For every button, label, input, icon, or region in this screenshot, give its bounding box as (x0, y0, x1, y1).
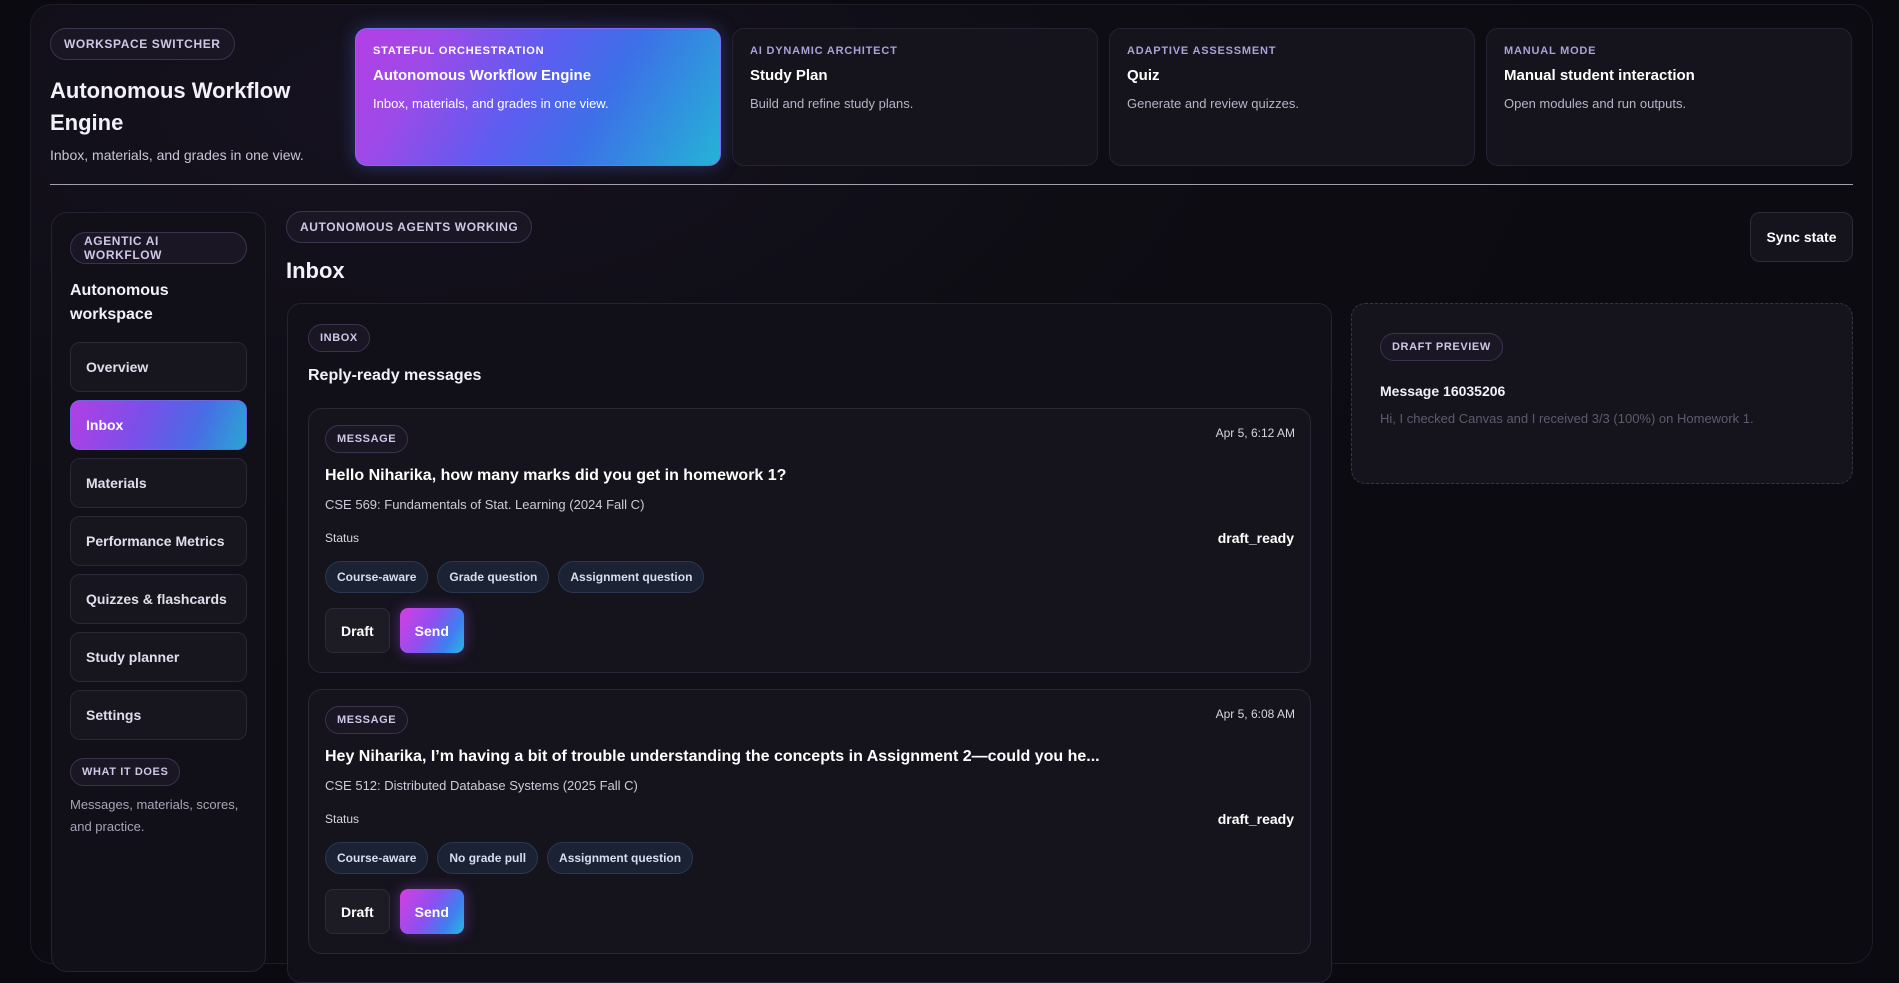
sidebar-item-overview[interactable]: Overview (70, 342, 247, 392)
what-it-does-text: Messages, materials, scores, and practic… (70, 797, 239, 834)
tag: Course-aware (325, 842, 429, 874)
message-course: CSE 512: Distributed Database Systems (2… (325, 778, 638, 793)
mode-card-study-plan[interactable]: AI DYNAMIC ARCHITECT Study Plan Build an… (732, 28, 1098, 166)
message-date: Apr 5, 6:12 AM (1215, 426, 1295, 440)
mode-title: Autonomous Workflow Engine (373, 67, 592, 84)
mode-eyebrow: AI DYNAMIC ARCHITECT (750, 45, 898, 57)
sidebar-item-settings[interactable]: Settings (70, 690, 247, 740)
message-card[interactable]: MESSAGE Apr 5, 6:12 AM Hello Niharika, h… (308, 408, 1311, 673)
tag: Grade question (437, 561, 550, 593)
agents-working-badge: AUTONOMOUS AGENTS WORKING (286, 211, 533, 243)
inbox-panel: INBOX Reply-ready messages MESSAGE Apr 5… (287, 303, 1332, 983)
message-card[interactable]: MESSAGE Apr 5, 6:08 AM Hey Niharika, I’m… (308, 689, 1311, 954)
mode-desc: Open modules and run outputs. (1504, 96, 1687, 111)
sync-state-button[interactable]: Sync state (1750, 212, 1853, 262)
sidebar-item-performance-metrics[interactable]: Performance Metrics (70, 516, 247, 566)
sidebar-title: Autonomous workspace (70, 282, 169, 323)
mode-card-quiz[interactable]: ADAPTIVE ASSESSMENT Quiz Generate and re… (1109, 28, 1475, 166)
inbox-badge: INBOX (308, 324, 370, 352)
mode-card-manual[interactable]: MANUAL MODE Manual student interaction O… (1486, 28, 1852, 166)
mode-title: Quiz (1127, 67, 1160, 84)
message-date: Apr 5, 6:08 AM (1215, 707, 1295, 721)
message-subject: Hello Niharika, how many marks did you g… (325, 467, 787, 484)
status-label: Status (325, 812, 360, 826)
mode-desc: Build and refine study plans. (750, 96, 914, 111)
sidebar-badge: AGENTIC AI WORKFLOW (70, 232, 247, 264)
sidebar-item-inbox[interactable]: Inbox (70, 400, 247, 450)
workspace-header: WORKSPACE SWITCHER Autonomous Workflow E… (50, 28, 1854, 188)
sidebar-item-study-planner[interactable]: Study planner (70, 632, 247, 682)
draft-button[interactable]: Draft (325, 889, 390, 934)
mode-eyebrow: STATEFUL ORCHESTRATION (373, 45, 545, 57)
sidebar-nav: Overview Inbox Materials Performance Met… (70, 342, 247, 740)
send-button[interactable]: Send (399, 889, 464, 934)
sidebar: AGENTIC AI WORKFLOW Autonomous workspace… (51, 212, 266, 972)
draft-preview-panel: DRAFT PREVIEW Message 16035206 Hi, I che… (1351, 303, 1853, 484)
message-badge: MESSAGE (325, 425, 409, 453)
message-subject: Hey Niharika, I’m having a bit of troubl… (325, 748, 1100, 765)
status-row: Status draft_ready (325, 530, 1294, 546)
mode-title: Manual student interaction (1504, 67, 1695, 84)
tag-list: Course-aware Grade question Assignment q… (325, 561, 1294, 593)
header-divider (50, 184, 1853, 185)
panel-title: Reply-ready messages (308, 367, 482, 384)
tag: No grade pull (437, 842, 539, 874)
tag-list: Course-aware No grade pull Assignment qu… (325, 842, 1294, 874)
message-actions: Draft Send (325, 608, 1294, 653)
mode-desc: Generate and review quizzes. (1127, 96, 1299, 111)
status-row: Status draft_ready (325, 811, 1294, 827)
send-button[interactable]: Send (399, 608, 464, 653)
sidebar-item-quizzes-flashcards[interactable]: Quizzes & flashcards (70, 574, 247, 624)
draft-button[interactable]: Draft (325, 608, 390, 653)
workspace-title: Autonomous Workflow Engine (50, 78, 291, 135)
message-course: CSE 569: Fundamentals of Stat. Learning … (325, 497, 645, 512)
workspace-switcher-badge: WORKSPACE SWITCHER (50, 28, 235, 60)
workspace-subtitle: Inbox, materials, and grades in one view… (50, 147, 304, 163)
mode-eyebrow: MANUAL MODE (1504, 45, 1597, 57)
status-value: draft_ready (1217, 811, 1294, 827)
draft-preview-body: Hi, I checked Canvas and I received 3/3 … (1380, 411, 1754, 426)
what-it-does-badge: WHAT IT DOES (70, 758, 181, 786)
mode-card-workflow-engine[interactable]: STATEFUL ORCHESTRATION Autonomous Workfl… (355, 28, 721, 166)
tag: Assignment question (558, 561, 705, 593)
status-label: Status (325, 531, 360, 545)
mode-desc: Inbox, materials, and grades in one view… (373, 96, 609, 111)
status-value: draft_ready (1217, 530, 1294, 546)
tag: Course-aware (325, 561, 429, 593)
message-actions: Draft Send (325, 889, 1294, 934)
mode-eyebrow: ADAPTIVE ASSESSMENT (1127, 45, 1277, 57)
draft-preview-badge: DRAFT PREVIEW (1380, 333, 1503, 361)
sidebar-item-materials[interactable]: Materials (70, 458, 247, 508)
page-title: Inbox (286, 258, 345, 283)
draft-preview-title: Message 16035206 (1380, 383, 1506, 399)
tag: Assignment question (547, 842, 694, 874)
mode-title: Study Plan (750, 67, 828, 84)
message-badge: MESSAGE (325, 706, 409, 734)
